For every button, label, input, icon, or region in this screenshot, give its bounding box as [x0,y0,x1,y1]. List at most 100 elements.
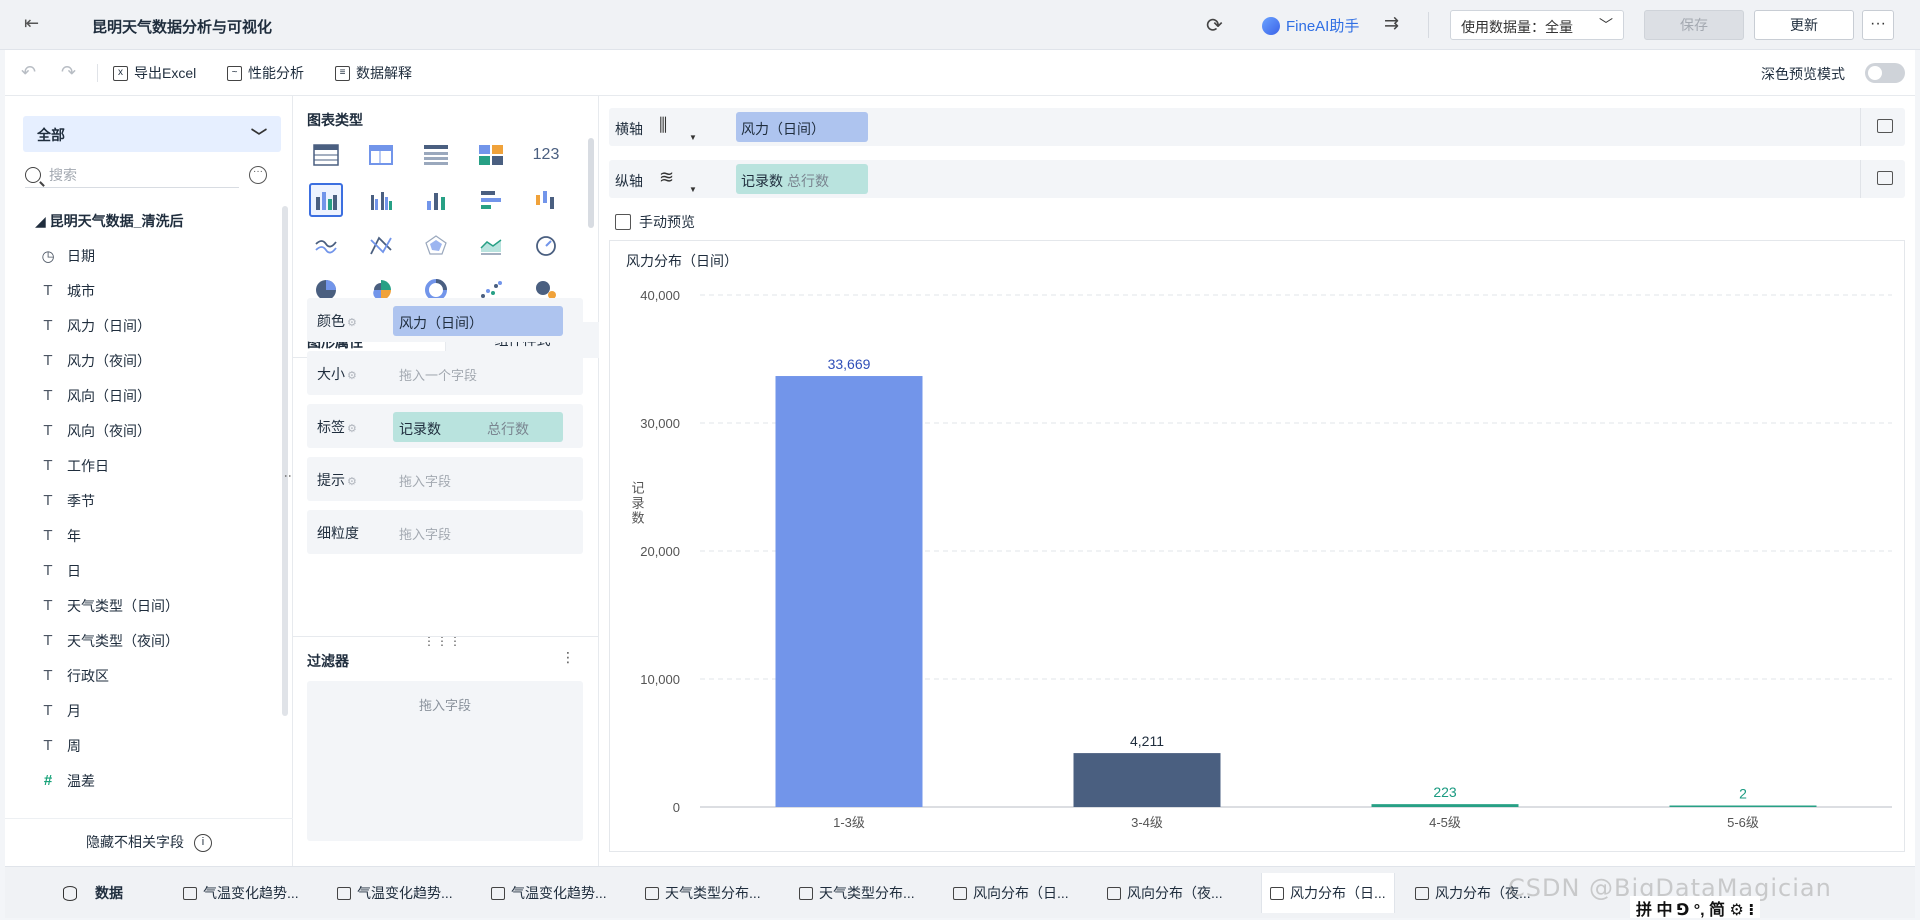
field-item[interactable]: T 风力（夜间） [41,343,271,378]
granularity-drop-zone[interactable]: 拖入字段 [399,524,451,543]
search-input[interactable] [49,166,219,183]
refresh-icon[interactable]: ⟳ [1206,13,1223,38]
field-scope-dropdown[interactable]: 全部 ﹀ [23,116,281,152]
info-icon[interactable]: i [194,834,212,853]
horizontal-bar-icon[interactable] [474,183,508,217]
sheet-tab[interactable]: 天气类型分布... [799,883,915,903]
field-item[interactable]: T月 [41,693,271,728]
field-label: 风向（日间） [67,387,151,404]
field-item[interactable]: T日 [41,553,271,588]
filter-drop-zone[interactable]: 拖入字段 [307,681,583,841]
exit-icon[interactable]: ⇤ [24,13,48,37]
dark-mode-toggle[interactable] [1865,63,1905,83]
sheet-tab-label: 风力分布（日... [1290,885,1386,901]
field-item[interactable]: T 天气类型（日间） [41,588,271,623]
more-button[interactable]: ··· [1862,10,1894,40]
color-field-pill[interactable]: 风力（日间） [393,306,563,336]
table-chart-icon[interactable] [309,138,343,172]
save-button[interactable]: 保存 [1644,10,1744,40]
field-item[interactable]: #最低气温 [41,798,271,806]
parallel-line-icon[interactable] [364,228,398,262]
field-item[interactable]: T 行政区 [41,658,271,693]
settings-icon[interactable]: ⚙ [347,423,357,435]
area-chart-icon[interactable] [474,228,508,262]
field-label: 工作日 [67,457,109,474]
data-explain-button[interactable]: ≡ 数据解释 [335,63,412,83]
chart-sheet-icon [953,886,967,900]
field-item[interactable]: T 风向（夜间） [41,413,271,448]
tab-data[interactable]: 数据 [63,883,123,903]
undo-icon[interactable]: ↶ [21,62,36,83]
settings-icon[interactable]: ⚙ [347,317,357,329]
pivot-table-icon[interactable] [364,138,398,172]
stacked-bar-icon[interactable] [419,183,453,217]
x-axis-setting-icon[interactable]: ⫼ ▼ [659,115,697,142]
tooltip-drop-zone[interactable]: 拖入字段 [399,471,451,490]
settings-icon[interactable]: ⚙ [347,370,357,382]
chart-canvas: 风力分布（日间） 0 10,000 20,000 30,000 40,000 记录数 33,6… [609,240,1905,852]
sheet-tab[interactable]: 天气类型分布... [645,883,761,903]
label-field-pill[interactable]: 记录数 总行数 [393,412,563,442]
export-excel-button[interactable]: x 导出Excel [113,63,196,83]
detail-table-icon[interactable] [419,138,453,172]
field-item[interactable]: T 风向（日间） [41,378,271,413]
vertical-more-icon[interactable]: ⋮ [561,649,575,666]
text-field-icon: T [43,702,53,719]
flow-icon[interactable]: ⇉ [1384,13,1399,34]
update-button[interactable]: 更新 [1754,10,1854,40]
field-label: 季节 [67,492,95,509]
radar-chart-icon[interactable] [419,228,453,262]
sheet-tab-label: 气温变化趋势... [511,885,607,901]
chart-sheet-icon [799,886,813,900]
fineai-button[interactable]: FineAI助手 [1262,15,1359,36]
settings-icon[interactable]: ⚙ [347,476,357,488]
field-item[interactable]: # 温差 [41,763,271,798]
dataset-root[interactable]: ◢ 昆明天气数据_清洗后 [35,211,183,231]
y-tick-label: 10,000 [640,672,680,687]
lock-icon[interactable] [1877,171,1893,185]
text-field-icon: T [43,422,53,439]
data-amount-select[interactable]: 使用数据量：全量 ﹀ [1450,10,1624,40]
number-kpi-icon[interactable]: 123 [529,138,563,172]
more-options-icon[interactable]: ··· [249,166,267,184]
size-drop-zone[interactable]: 拖入一个字段 [399,365,477,384]
field-item[interactable]: T年 [41,518,271,553]
label-label-text: 标签 [317,419,345,435]
manual-preview-checkbox[interactable] [615,214,631,230]
sheet-tab[interactable]: 风向分布（夜... [1107,883,1223,903]
range-bar-icon[interactable] [529,183,563,217]
grouped-bar-icon[interactable] [364,183,398,217]
field-item[interactable]: T 季节 [41,483,271,518]
line-chart-icon[interactable] [309,228,343,262]
sheet-tab[interactable]: 气温变化趋势... [183,883,299,903]
performance-button[interactable]: ~ 性能分析 [227,63,304,83]
sheet-tab[interactable]: 气温变化趋势... [491,883,607,903]
database-icon [63,885,77,901]
lock-icon[interactable] [1877,119,1893,133]
x-axis-field-pill[interactable]: 风力（日间） [736,112,868,142]
bar [1669,805,1817,807]
y-axis-setting-icon[interactable]: ≋ ▼ [659,167,697,194]
sheet-tab[interactable]: 风向分布（日... [953,883,1069,903]
field-list-scrollbar[interactable] [282,206,288,716]
redo-icon[interactable]: ↷ [61,62,76,83]
bar-chart-icon[interactable] [309,183,343,217]
field-item[interactable]: T 工作日 [41,448,271,483]
label-property: 标签 ⚙ 记录数 总行数 [307,404,583,448]
manual-preview[interactable]: 手动预览 [615,212,695,232]
field-item[interactable]: T周 [41,728,271,763]
field-item[interactable]: T 风力（日间） [41,308,271,343]
chart-type-scrollbar[interactable] [588,138,594,228]
field-item[interactable]: T 天气类型（夜间） [41,623,271,658]
field-item[interactable]: T 城市 [41,273,271,308]
color-label: 颜色 ⚙ [317,311,357,331]
hide-irrelevant-fields[interactable]: 隐藏不相关字段 i [5,818,293,866]
field-item[interactable]: ◷ 日期 [41,238,271,273]
y-axis-field-pill[interactable]: 记录数 总行数 [736,164,868,194]
dashboard-icon[interactable] [474,138,508,172]
gauge-icon[interactable] [529,228,563,262]
data-label: 4,211 [1130,733,1164,749]
sheet-tab[interactable]: 气温变化趋势... [337,883,453,903]
sheet-tab[interactable]: 风力分布（日... [1261,873,1395,913]
divider [1860,108,1861,146]
